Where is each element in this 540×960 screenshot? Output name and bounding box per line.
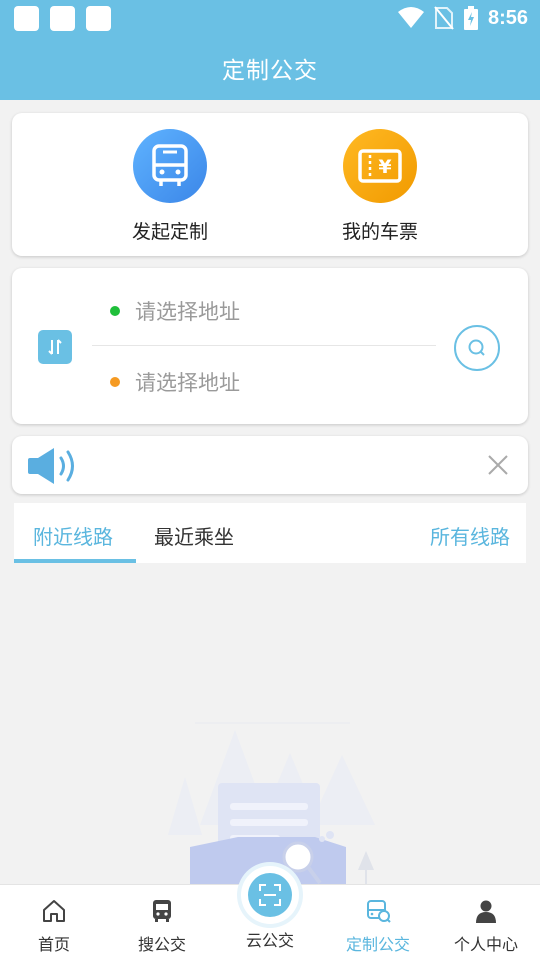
- nav-search-bus-label: 搜公交: [137, 935, 186, 954]
- my-tickets-label: 我的车票: [341, 221, 418, 243]
- app-bar: 定制公交: [0, 36, 540, 100]
- start-custom-button[interactable]: 发起定制: [100, 129, 240, 244]
- svg-text:¥: ¥: [378, 156, 391, 178]
- nav-cloud-bus-label: 云公交: [245, 931, 294, 950]
- notice-card: [12, 436, 528, 494]
- custom-bus-icon: [367, 900, 391, 923]
- all-lines-link[interactable]: 所有线路: [430, 521, 510, 550]
- tab-nearby-lines[interactable]: 附近线路: [33, 521, 113, 550]
- origin-field[interactable]: 请选择地址: [110, 296, 240, 326]
- notification-icon: [50, 6, 75, 31]
- cloud-bus-scan-button[interactable]: [241, 866, 299, 924]
- close-icon[interactable]: [486, 453, 510, 477]
- no-sim-icon: [434, 6, 454, 30]
- nav-search-bus[interactable]: 搜公交: [108, 899, 216, 955]
- tab-recent-rides[interactable]: 最近乘坐: [154, 521, 234, 550]
- nav-profile[interactable]: 个人中心: [432, 899, 540, 955]
- my-tickets-button[interactable]: ¥ 我的车票: [310, 129, 450, 244]
- active-tab-indicator: [14, 559, 136, 563]
- divider: [92, 345, 436, 346]
- origin-placeholder: 请选择地址: [135, 300, 240, 324]
- nav-custom-bus-label: 定制公交: [345, 935, 410, 954]
- battery-icon: [463, 6, 478, 30]
- home-icon: [43, 900, 65, 922]
- origin-dot: [110, 306, 120, 316]
- status-bar: 8:56: [0, 0, 540, 36]
- bus-icon: [133, 129, 207, 203]
- speaker-icon: [28, 448, 74, 484]
- person-icon: [476, 900, 496, 923]
- swap-button[interactable]: [38, 330, 72, 364]
- notification-icon: [86, 6, 111, 31]
- search-icon: [468, 339, 485, 356]
- empty-state-illustration: [168, 722, 375, 890]
- nav-home[interactable]: 首页: [0, 899, 108, 955]
- status-time: 8:56: [487, 6, 528, 29]
- ticket-icon: ¥: [343, 129, 417, 203]
- swap-icon: [48, 339, 62, 355]
- nav-home-label: 首页: [37, 935, 70, 954]
- destination-placeholder: 请选择地址: [135, 371, 240, 395]
- notification-icon: [14, 6, 39, 31]
- search-button[interactable]: [454, 325, 500, 371]
- start-custom-label: 发起定制: [131, 221, 208, 243]
- nav-custom-bus[interactable]: 定制公交: [324, 899, 432, 955]
- page-title: 定制公交: [222, 58, 318, 84]
- destination-dot: [110, 377, 120, 387]
- destination-field[interactable]: 请选择地址: [110, 367, 240, 397]
- scan-icon: [259, 884, 281, 906]
- nav-profile-label: 个人中心: [453, 935, 518, 954]
- bus-icon: [153, 900, 171, 922]
- line-tabs: 附近线路 最近乘坐 所有线路: [14, 503, 526, 563]
- wifi-icon: [397, 7, 424, 28]
- quick-actions-card: 发起定制 ¥ 我的车票: [12, 113, 528, 256]
- route-selector-card: 请选择地址 请选择地址: [12, 268, 528, 424]
